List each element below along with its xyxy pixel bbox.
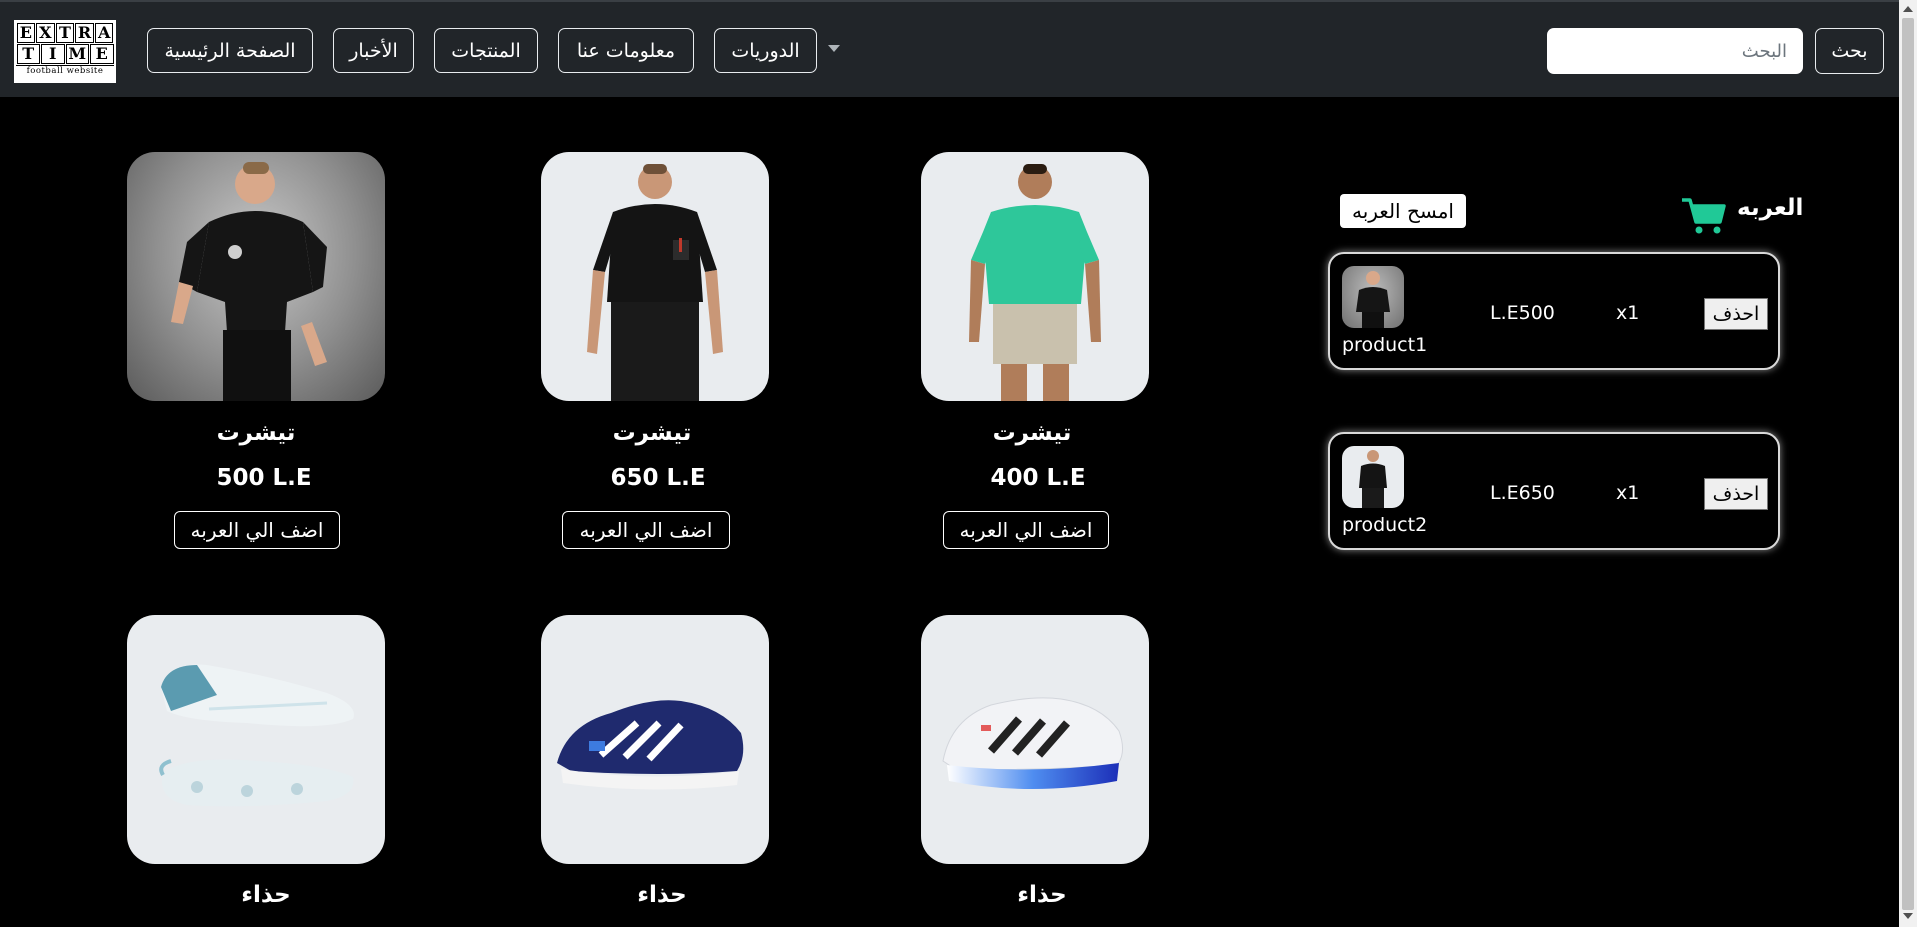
logo-row-2: T I M E [16, 43, 114, 64]
logo-tagline: football website [16, 65, 114, 76]
product-image-football-boots [127, 615, 385, 864]
product-image-running-shoe-white [921, 615, 1149, 864]
product-name: تيشرت [992, 420, 1072, 446]
site-logo[interactable]: E X T R A T I M E football website [14, 20, 116, 83]
cart-item-price: L.E500 [1490, 302, 1555, 324]
product-image-tshirt-black-pocket [541, 152, 769, 401]
tshirt-black-pocket-thumb-icon [1359, 450, 1387, 508]
cart-item-label: product1 [1342, 334, 1428, 356]
tshirt-black-model-thumb-icon [1356, 271, 1390, 328]
nav-news-button[interactable]: الأخبار [333, 28, 414, 73]
cart-item: product2 L.E650 x1 احذف [1328, 432, 1780, 550]
logo-letter: I [41, 43, 65, 64]
football-boots-image [159, 664, 354, 807]
shopping-cart-icon [1682, 198, 1726, 234]
logo-letter: E [90, 43, 114, 64]
logo-letter: T [55, 22, 75, 43]
cart-item: product1 L.E500 x1 احذف [1328, 252, 1780, 370]
logo-letter: A [94, 22, 114, 43]
add-to-cart-button[interactable]: اضف الي العربه [562, 511, 730, 549]
cart-item-thumbnail [1342, 266, 1404, 328]
logo-letter: E [16, 22, 36, 43]
running-shoe-white-image [942, 697, 1123, 789]
vertical-scrollbar[interactable] [1899, 0, 1917, 927]
search-input[interactable] [1547, 28, 1803, 74]
cart-item-thumbnail [1342, 446, 1404, 508]
cart-item-quantity: x1 [1616, 482, 1640, 504]
product-name: حذاء [1017, 882, 1067, 908]
product-name: حذاء [637, 882, 687, 908]
logo-row-1: E X T R A [16, 22, 114, 43]
tshirt-black-model-image [171, 162, 327, 401]
add-to-cart-button[interactable]: اضف الي العربه [943, 511, 1109, 549]
scrollbar-thumb[interactable] [1902, 18, 1914, 910]
logo-letter: T [16, 43, 40, 64]
scroll-down-arrow-icon[interactable] [1903, 913, 1913, 919]
logo-letter: M [65, 43, 89, 64]
clear-cart-button[interactable]: امسح العربه [1340, 194, 1466, 228]
scroll-up-arrow-icon[interactable] [1903, 6, 1913, 12]
product-image-running-shoe-navy [541, 615, 769, 864]
product-name: حذاء [241, 882, 291, 908]
product-price: 400 L.E [990, 465, 1086, 491]
cart-item-price: L.E650 [1490, 482, 1555, 504]
product-price: 500 L.E [216, 465, 312, 491]
running-shoe-navy-image [557, 700, 744, 790]
product-image-tshirt-black-model [127, 152, 385, 401]
product-price: 650 L.E [610, 465, 706, 491]
tshirt-black-pocket-image [587, 164, 723, 401]
cart-item-label: product2 [1342, 514, 1428, 536]
product-name: تيشرت [216, 420, 296, 446]
delete-item-button[interactable]: احذف [1704, 478, 1768, 510]
add-to-cart-button[interactable]: اضف الي العربه [174, 511, 340, 549]
product-name: تيشرت [612, 420, 692, 446]
nav-about-button[interactable]: معلومات عنا [558, 28, 694, 73]
cart-title: العربه [1737, 195, 1804, 221]
dropdown-caret-icon[interactable] [828, 45, 840, 52]
cart-item-quantity: x1 [1616, 302, 1640, 324]
navbar: E X T R A T I M E football website الصفح… [0, 0, 1899, 97]
logo-letter: X [36, 22, 55, 43]
search-button[interactable]: بحث [1815, 28, 1884, 74]
tshirt-green-image [969, 164, 1101, 401]
delete-item-button[interactable]: احذف [1704, 298, 1768, 330]
product-image-tshirt-green [921, 152, 1149, 401]
logo-letter: R [75, 22, 94, 43]
nav-products-button[interactable]: المنتجات [434, 28, 538, 73]
nav-home-button[interactable]: الصفحة الرئيسية [147, 28, 313, 73]
nav-leagues-button[interactable]: الدوريات [714, 28, 817, 73]
